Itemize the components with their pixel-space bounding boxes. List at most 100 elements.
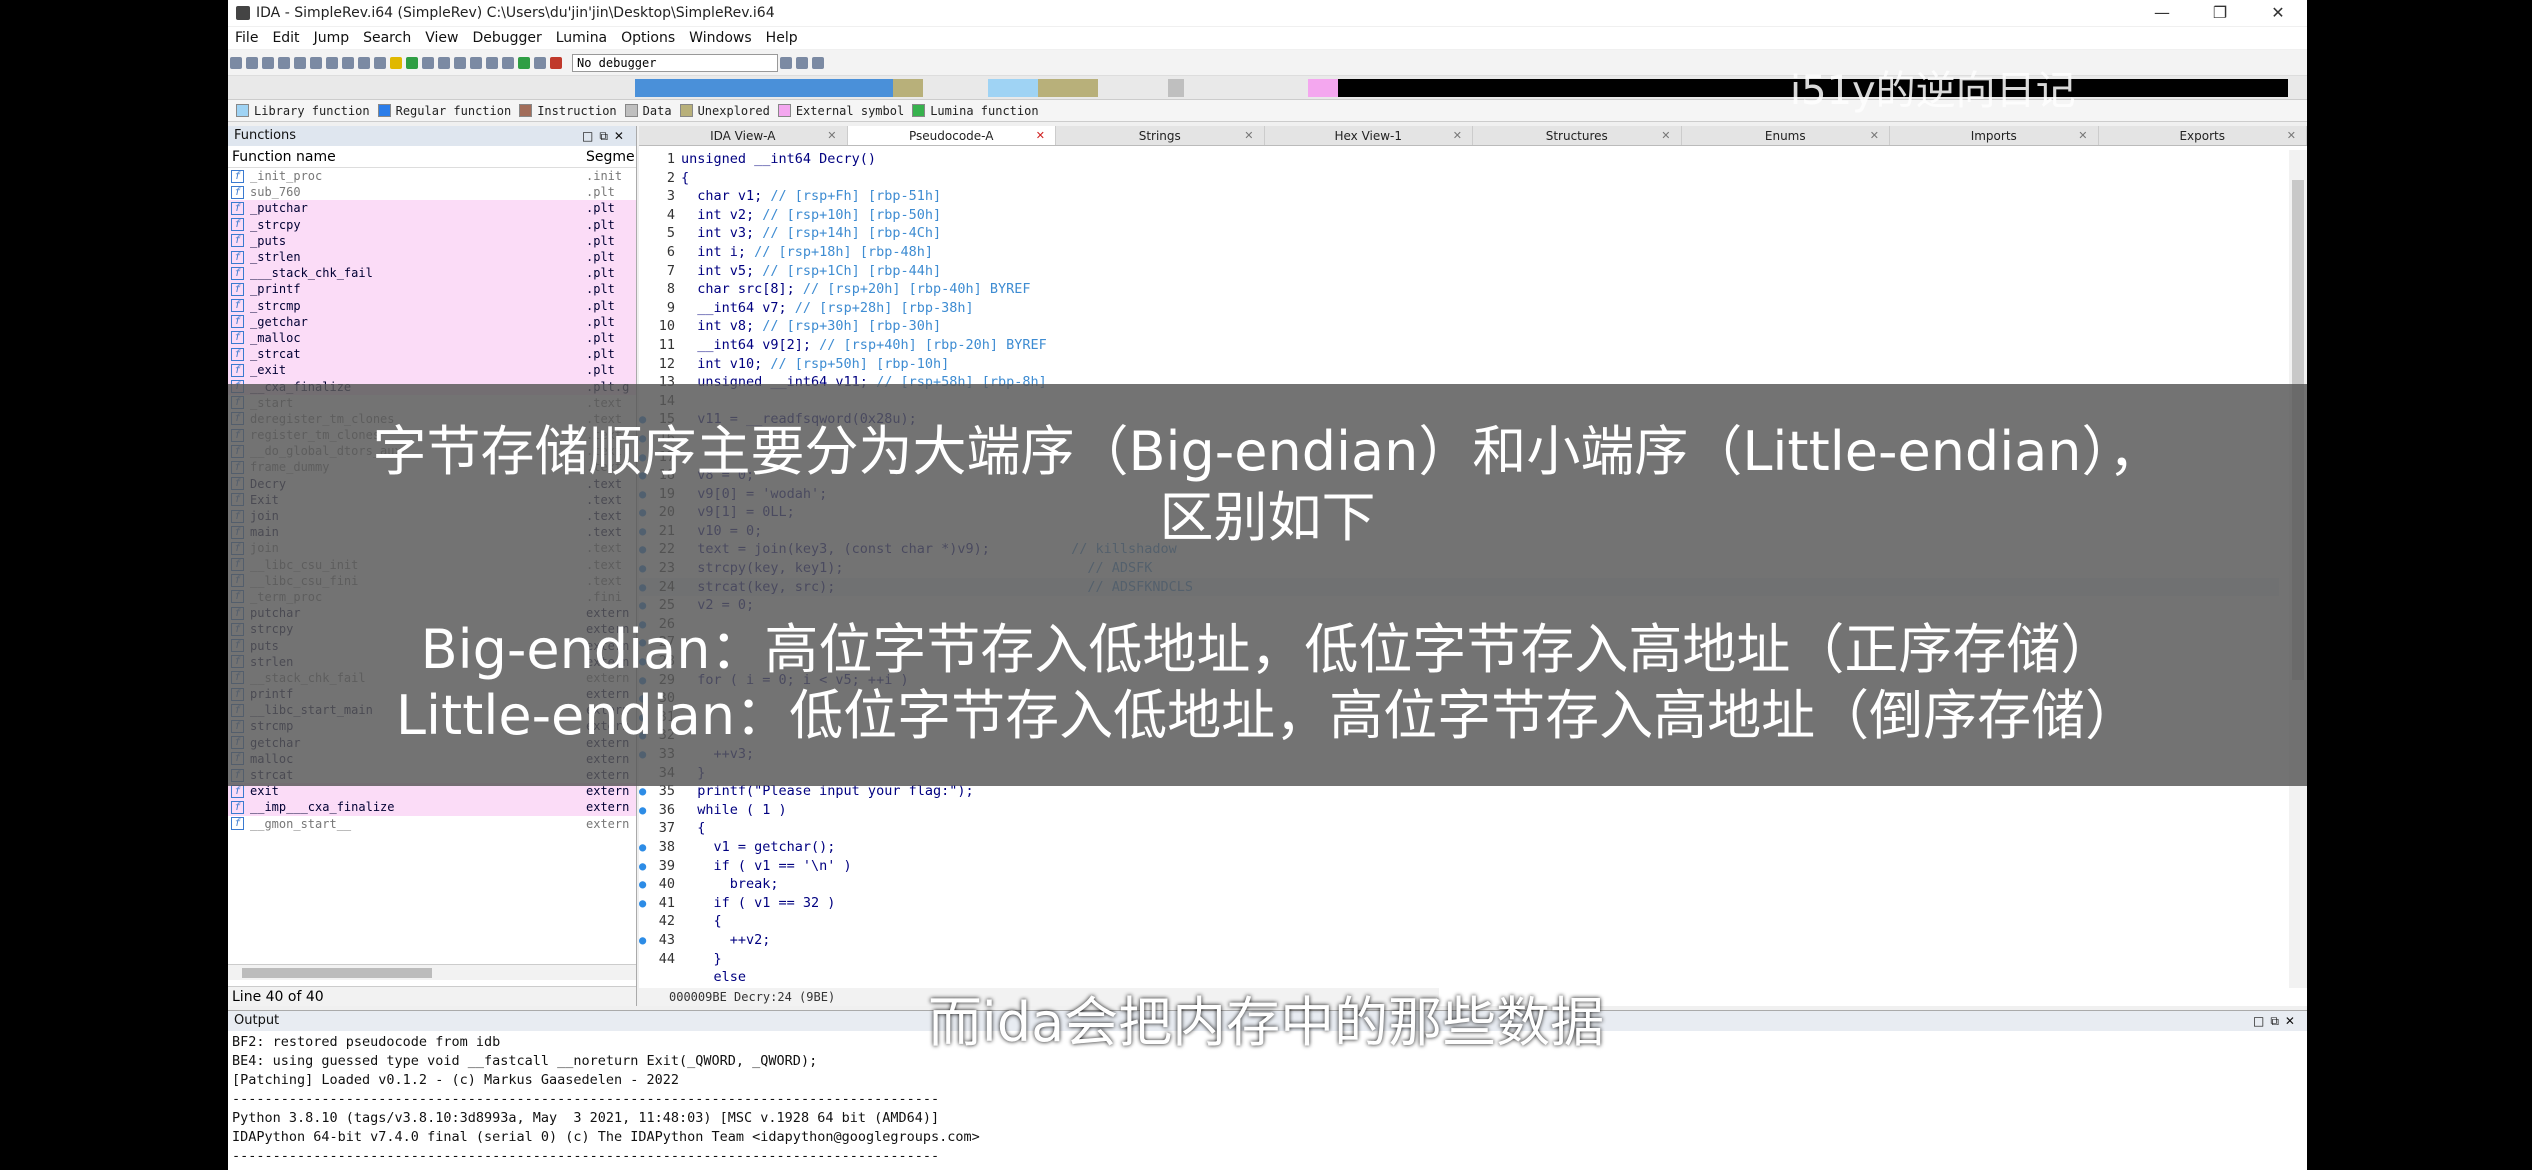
- function-row[interactable]: f _exit .plt: [228, 362, 636, 379]
- tab-close-icon[interactable]: ✕: [2287, 126, 2296, 146]
- code-line[interactable]: 11 __int64 v9[2]; // [rsp+40h] [rbp-20h]…: [639, 336, 2279, 355]
- breakpoint-dot-icon[interactable]: ●: [639, 931, 651, 950]
- breakpoint-dot-icon[interactable]: ●: [639, 894, 651, 913]
- column-function-name[interactable]: Function name: [228, 146, 586, 167]
- code-line[interactable]: ● 38 v1 = getchar();: [639, 838, 2279, 857]
- code-line[interactable]: ● 36 while ( 1 ): [639, 801, 2279, 820]
- search-next-icon[interactable]: [342, 56, 354, 69]
- paste-icon[interactable]: [310, 56, 322, 69]
- breakpoint-dot-icon[interactable]: [639, 912, 651, 931]
- search-icon[interactable]: [326, 56, 338, 69]
- string-icon[interactable]: [454, 56, 466, 69]
- code-line[interactable]: 7 int v5; // [rsp+1Ch] [rbp-44h]: [639, 262, 2279, 281]
- function-row[interactable]: f _getchar .plt: [228, 313, 636, 330]
- breakpoint-dot-icon[interactable]: [639, 336, 651, 355]
- breakpoint-dot-icon[interactable]: [639, 355, 651, 374]
- tab-strings[interactable]: Strings ✕: [1056, 126, 1265, 145]
- menu-options[interactable]: Options: [614, 30, 682, 46]
- breakpoint-dot-icon[interactable]: [639, 169, 651, 188]
- attach-icon[interactable]: [780, 56, 792, 69]
- stop-icon[interactable]: [550, 56, 562, 69]
- breakpoint-dot-icon[interactable]: [639, 206, 651, 225]
- text-search-icon[interactable]: [358, 56, 370, 69]
- panel-controls[interactable]: □⧉✕: [582, 126, 630, 146]
- breakpoint-dot-icon[interactable]: ●: [639, 875, 651, 894]
- tab-ida-view-a[interactable]: IDA View-A ✕: [639, 126, 848, 145]
- code-line[interactable]: 6 int i; // [rsp+18h] [rbp-48h]: [639, 243, 2279, 262]
- tab-close-icon[interactable]: ✕: [1036, 126, 1045, 146]
- pause-icon[interactable]: [534, 56, 546, 69]
- tab-structures[interactable]: Structures ✕: [1473, 126, 1682, 145]
- debugger-select[interactable]: No debugger: [572, 53, 778, 72]
- code-line[interactable]: 10 int v8; // [rsp+30h] [rbp-30h]: [639, 317, 2279, 336]
- code-line[interactable]: 42 {: [639, 912, 2279, 931]
- menu-help[interactable]: Help: [759, 30, 805, 46]
- breakpoint-dot-icon[interactable]: [639, 150, 651, 169]
- copy-icon[interactable]: [294, 56, 306, 69]
- function-row[interactable]: f _strcat .plt: [228, 346, 636, 363]
- menu-lumina[interactable]: Lumina: [549, 30, 614, 46]
- function-row[interactable]: f _puts .plt: [228, 232, 636, 249]
- code-line[interactable]: 5 int v3; // [rsp+14h] [rbp-4Ch]: [639, 224, 2279, 243]
- breakpoint-dot-icon[interactable]: [639, 224, 651, 243]
- function-row[interactable]: f _strlen .plt: [228, 248, 636, 266]
- breakpoint-dot-icon[interactable]: [639, 243, 651, 262]
- code-line[interactable]: 12 int v10; // [rsp+50h] [rbp-10h]: [639, 355, 2279, 374]
- tab-close-icon[interactable]: ✕: [1870, 126, 1879, 146]
- function-row[interactable]: f _putchar .plt: [228, 200, 636, 217]
- breakpoint-dot-icon[interactable]: [639, 187, 651, 206]
- breakpoint-dot-icon[interactable]: ●: [639, 838, 651, 857]
- breakpoint-dot-icon[interactable]: ●: [639, 857, 651, 876]
- detach-icon[interactable]: [796, 56, 808, 69]
- breakpoint-dot-icon[interactable]: [639, 819, 651, 838]
- function-row[interactable]: f _init_proc .init: [228, 168, 636, 184]
- graph-icon[interactable]: [406, 56, 418, 69]
- tab-close-icon[interactable]: ✕: [1661, 126, 1670, 146]
- code-icon[interactable]: [422, 56, 434, 69]
- tab-enums[interactable]: Enums ✕: [1682, 126, 1890, 146]
- menu-view[interactable]: View: [418, 30, 465, 46]
- code-line[interactable]: 8 char src[8]; // [rsp+20h] [rbp-40h] BY…: [639, 280, 2279, 299]
- save-icon[interactable]: [246, 56, 258, 69]
- menu-debugger[interactable]: Debugger: [465, 30, 548, 46]
- scrollbar-thumb[interactable]: [242, 968, 432, 978]
- function-row[interactable]: f _printf .plt: [228, 281, 636, 298]
- code-line[interactable]: 44 }: [639, 950, 2279, 969]
- breakpoint-dot-icon[interactable]: ●: [639, 801, 651, 820]
- tab-close-icon[interactable]: ✕: [827, 126, 836, 146]
- code-line[interactable]: 9 __int64 v7; // [rsp+28h] [rbp-38h]: [639, 299, 2279, 318]
- data-icon[interactable]: [438, 56, 450, 69]
- tab-pseudocode-a[interactable]: Pseudocode-A ✕: [847, 126, 1056, 146]
- open-icon[interactable]: [230, 56, 242, 69]
- function-row[interactable]: f __gmon_start__ extern: [228, 816, 636, 832]
- breakpoint-dot-icon[interactable]: [639, 950, 651, 969]
- tab-close-icon[interactable]: ✕: [1244, 126, 1253, 146]
- function-row[interactable]: f ___stack_chk_fail .plt: [228, 265, 636, 282]
- menu-file[interactable]: File: [228, 30, 265, 46]
- menu-windows[interactable]: Windows: [682, 30, 759, 46]
- breakpoint-dot-icon[interactable]: [639, 262, 651, 281]
- close-button[interactable]: ✕: [2249, 0, 2307, 26]
- breakpoint-dot-icon[interactable]: [639, 280, 651, 299]
- maximize-button[interactable]: ❐: [2191, 0, 2249, 26]
- code-line[interactable]: 3 char v1; // [rsp+Fh] [rbp-51h]: [639, 187, 2279, 206]
- binary-search-icon[interactable]: [374, 56, 386, 69]
- code-line[interactable]: 4 int v2; // [rsp+10h] [rbp-50h]: [639, 206, 2279, 225]
- code-line[interactable]: ● 41 if ( v1 == 32 ): [639, 894, 2279, 913]
- run-icon[interactable]: [518, 56, 530, 69]
- undefine-icon[interactable]: [486, 56, 498, 69]
- menu-jump[interactable]: Jump: [307, 30, 357, 46]
- code-line[interactable]: ● 40 break;: [639, 875, 2279, 894]
- function-row[interactable]: f _strcpy .plt: [228, 216, 636, 233]
- function-row[interactable]: f __imp___cxa_finalize extern: [228, 799, 636, 816]
- menu-search[interactable]: Search: [356, 30, 418, 46]
- column-segment[interactable]: Segme: [586, 146, 636, 167]
- tab-exports[interactable]: Exports ✕: [2099, 126, 2307, 146]
- breakpoint-dot-icon[interactable]: [639, 299, 651, 318]
- tab-close-icon[interactable]: ✕: [2078, 126, 2087, 146]
- code-line[interactable]: 2{: [639, 169, 2279, 188]
- function-row[interactable]: f _strcmp .plt: [228, 297, 636, 314]
- tab-close-icon[interactable]: ✕: [1453, 126, 1462, 146]
- forward-icon[interactable]: [278, 56, 290, 69]
- breakpoint-dot-icon[interactable]: [639, 317, 651, 336]
